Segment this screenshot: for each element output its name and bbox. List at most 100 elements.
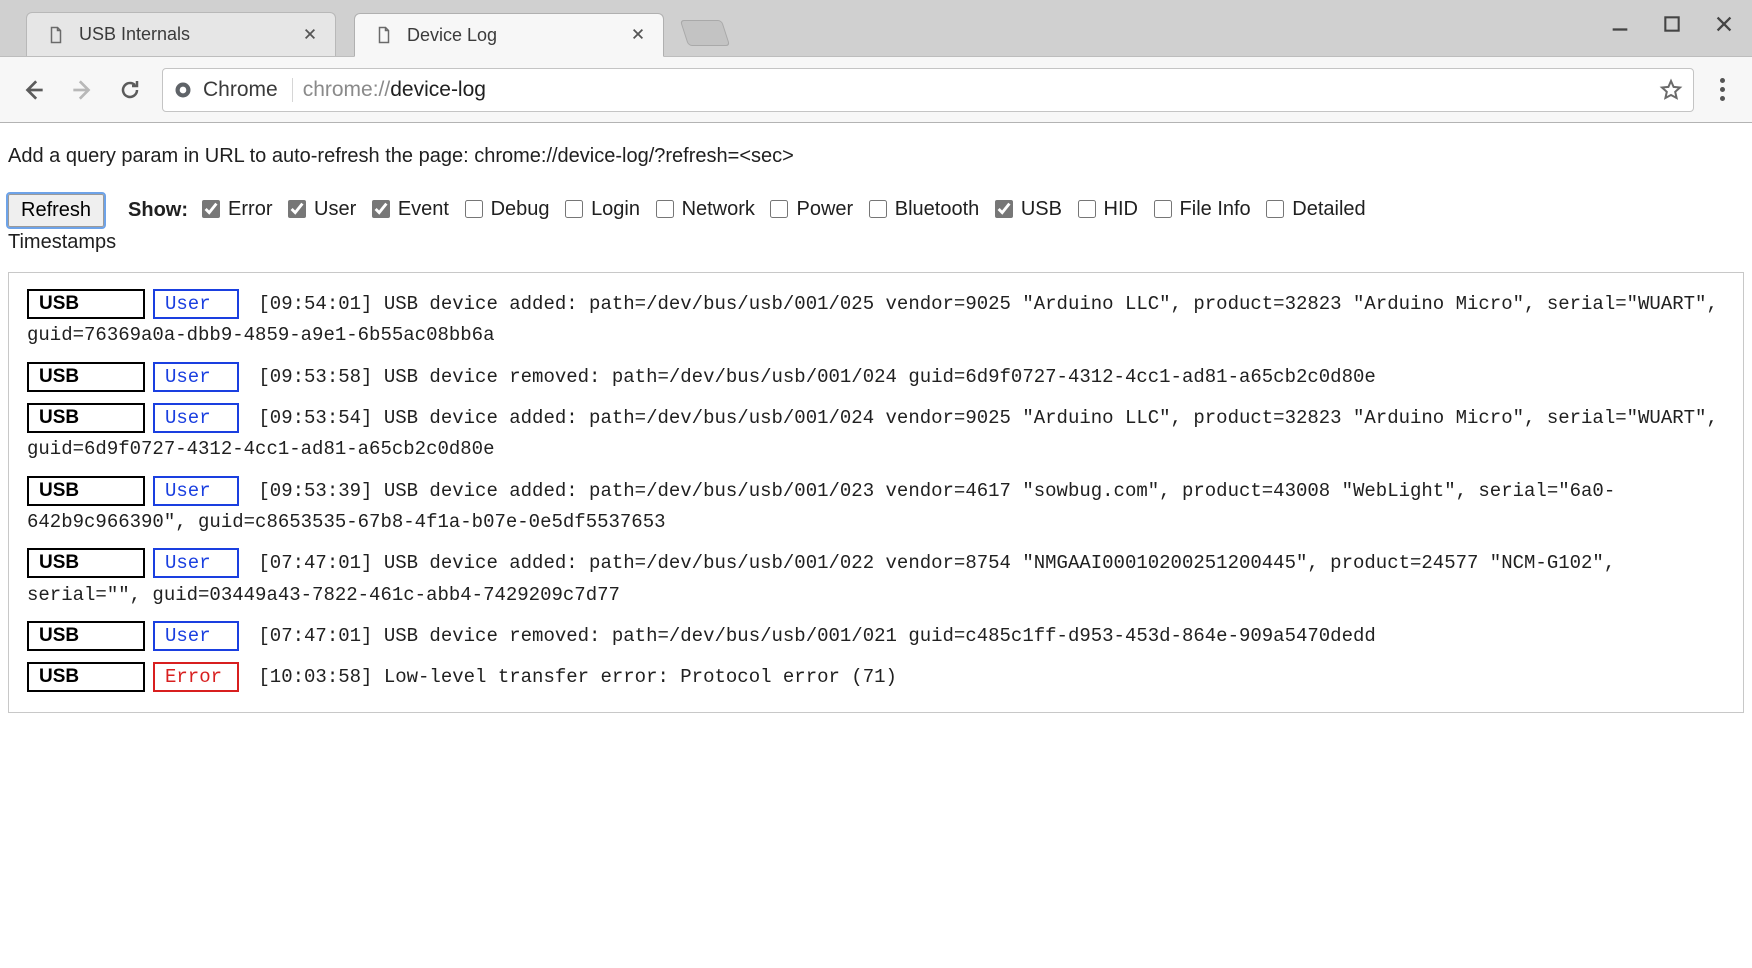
log-level-badge: User <box>153 621 239 651</box>
bookmark-star-icon[interactable] <box>1659 78 1683 102</box>
filter-checkbox-bluetooth[interactable] <box>869 200 887 218</box>
chrome-icon <box>173 80 193 100</box>
filter-label: Network <box>682 198 755 221</box>
filter-checkbox-debug[interactable] <box>465 200 483 218</box>
filter-label: HID <box>1104 198 1138 221</box>
file-icon <box>375 24 393 46</box>
log-timestamp: [09:53:54] <box>247 407 384 429</box>
back-button[interactable] <box>18 74 50 106</box>
refresh-hint: Add a query param in URL to auto-refresh… <box>8 145 1744 168</box>
log-type-badge: USB <box>27 403 145 433</box>
log-timestamp: [10:03:58] <box>247 666 384 688</box>
log-type-badge: USB <box>27 362 145 392</box>
log-type-badge: USB <box>27 621 145 651</box>
log-timestamp: [07:47:01] <box>247 552 384 574</box>
omnibox[interactable]: Chrome chrome://device-log <box>162 68 1694 112</box>
log-level-badge: User <box>153 289 239 319</box>
site-chip: Chrome <box>173 78 293 102</box>
filter-label: USB <box>1021 198 1062 221</box>
page-content: Add a query param in URL to auto-refresh… <box>0 123 1752 733</box>
timestamps-label: Timestamps <box>8 231 1744 254</box>
tab-usb-internals[interactable]: USB Internals <box>26 12 336 56</box>
window-minimize-button[interactable] <box>1608 12 1632 36</box>
log-level-badge: Error <box>153 662 239 692</box>
tab-title: USB Internals <box>79 24 295 45</box>
filter-label: Error <box>228 198 272 221</box>
filter-label: Power <box>796 198 853 221</box>
show-label: Show: <box>128 199 188 222</box>
window-close-button[interactable] <box>1712 12 1736 36</box>
filter-hid[interactable]: HID <box>1074 197 1138 221</box>
filter-label: Detailed <box>1292 198 1365 221</box>
filter-event[interactable]: Event <box>368 197 449 221</box>
filter-row: Refresh Show: Error User Event Debug Log… <box>8 194 1744 227</box>
filter-checkbox-login[interactable] <box>565 200 583 218</box>
filter-detailed[interactable]: Detailed <box>1262 197 1365 221</box>
tab-strip: USB Internals Device Log <box>0 0 1752 56</box>
tab-close-icon[interactable] <box>631 27 647 43</box>
log-entry: USB User [07:47:01] USB device removed: p… <box>27 621 1725 652</box>
log-level-badge: User <box>153 476 239 506</box>
log-entry: USBUser [07:47:01] USB device added: pat… <box>27 548 1725 611</box>
log-timestamp: [07:47:01] <box>247 625 384 647</box>
log-type-badge: USB <box>27 476 145 506</box>
filter-debug[interactable]: Debug <box>461 197 550 221</box>
filter-checkbox-power[interactable] <box>770 200 788 218</box>
filter-checkbox-file-info[interactable] <box>1154 200 1172 218</box>
url-text: chrome://device-log <box>303 78 486 102</box>
log-message: USB device removed: path=/dev/bus/usb/00… <box>384 625 1376 647</box>
log-timestamp: [09:53:39] <box>247 480 384 502</box>
log-type-badge: USB <box>27 289 145 319</box>
filter-login[interactable]: Login <box>561 197 640 221</box>
filter-label: Event <box>398 198 449 221</box>
filter-checkbox-network[interactable] <box>656 200 674 218</box>
log-level-badge: User <box>153 362 239 392</box>
log-entry: USBUser [09:53:54] USB device added: pat… <box>27 403 1725 466</box>
filter-power[interactable]: Power <box>766 197 853 221</box>
filter-label: User <box>314 198 356 221</box>
log-type-badge: USB <box>27 662 145 692</box>
browser-menu-button[interactable] <box>1710 78 1734 101</box>
filter-checkbox-event[interactable] <box>372 200 390 218</box>
log-level-badge: User <box>153 548 239 578</box>
filter-label: Login <box>591 198 640 221</box>
file-icon <box>47 24 65 46</box>
log-type-badge: USB <box>27 548 145 578</box>
window-maximize-button[interactable] <box>1660 12 1684 36</box>
log-container: USBUser [09:54:01] USB device added: pat… <box>8 272 1744 713</box>
tab-close-icon[interactable] <box>303 27 319 43</box>
log-entry: USBUser [09:54:01] USB device added: pat… <box>27 289 1725 352</box>
log-level-badge: User <box>153 403 239 433</box>
forward-button[interactable] <box>66 74 98 106</box>
tab-device-log[interactable]: Device Log <box>354 13 664 57</box>
filter-checkbox-hid[interactable] <box>1078 200 1096 218</box>
tab-title: Device Log <box>407 25 623 46</box>
reload-button[interactable] <box>114 74 146 106</box>
filter-usb[interactable]: USB <box>991 197 1062 221</box>
filter-checkbox-usb[interactable] <box>995 200 1013 218</box>
window-controls <box>1608 12 1736 36</box>
new-tab-button[interactable] <box>680 20 730 46</box>
filter-bluetooth[interactable]: Bluetooth <box>865 197 980 221</box>
filter-network[interactable]: Network <box>652 197 755 221</box>
filter-file-info[interactable]: File Info <box>1150 197 1251 221</box>
filter-checkbox-detailed[interactable] <box>1266 200 1284 218</box>
refresh-button[interactable]: Refresh <box>8 194 104 227</box>
filter-user[interactable]: User <box>284 197 356 221</box>
log-message: Low-level transfer error: Protocol error… <box>384 666 897 688</box>
filter-label: Bluetooth <box>895 198 980 221</box>
log-timestamp: [09:53:58] <box>247 366 384 388</box>
site-chip-label: Chrome <box>203 78 278 102</box>
filter-error[interactable]: Error <box>198 197 272 221</box>
filter-checkbox-error[interactable] <box>202 200 220 218</box>
log-entry: USB User [09:53:58] USB device removed: p… <box>27 362 1725 393</box>
filter-label: Debug <box>491 198 550 221</box>
log-entry: USB Error [10:03:58] Low-level transfer e… <box>27 662 1725 693</box>
filter-checkbox-user[interactable] <box>288 200 306 218</box>
log-entry: USBUser [09:53:39] USB device added: pat… <box>27 476 1725 539</box>
toolbar: Chrome chrome://device-log <box>0 56 1752 122</box>
log-message: USB device removed: path=/dev/bus/usb/00… <box>384 366 1376 388</box>
filter-label: File Info <box>1180 198 1251 221</box>
log-timestamp: [09:54:01] <box>247 293 384 315</box>
browser-chrome: USB Internals Device Log <box>0 0 1752 123</box>
